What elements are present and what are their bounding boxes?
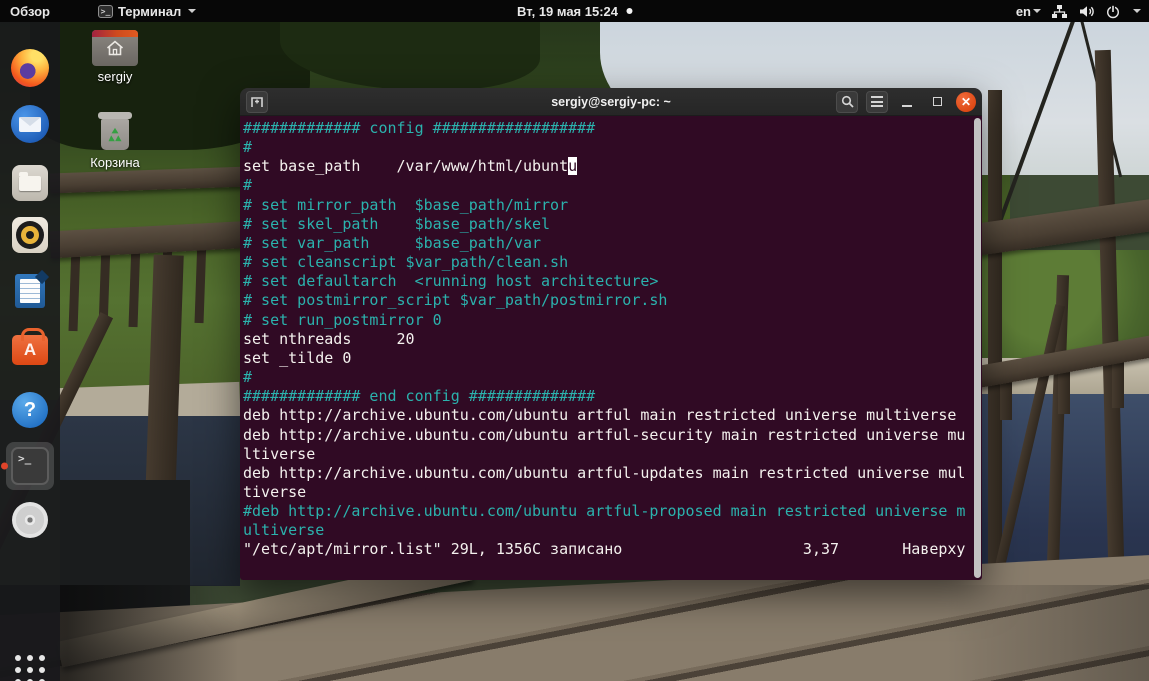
chevron-down-icon: [1033, 9, 1041, 13]
dock-item-cd-disc[interactable]: [10, 500, 50, 540]
clock-label: Вт, 19 мая 15:24: [516, 3, 619, 19]
home-folder-icon: [92, 30, 138, 66]
minimize-button[interactable]: [896, 91, 918, 113]
app-menu[interactable]: >_ Терминал: [88, 0, 206, 22]
dock-item-thunderbird[interactable]: [10, 104, 50, 144]
wallpaper-shading: [0, 585, 1149, 681]
menu-button[interactable]: [866, 90, 888, 113]
desktop-icon-home-folder[interactable]: sergiy: [80, 30, 150, 84]
terminal-line: #deb http://archive.ubuntu.com/ubuntu ar…: [243, 502, 966, 521]
terminal-line: ultiverse: [243, 521, 325, 540]
terminal-icon: >_: [11, 447, 49, 485]
clock-menu[interactable]: Вт, 19 мая 15:24: [516, 0, 633, 22]
dock-item-libreoffice-writer[interactable]: [10, 271, 50, 311]
recycle-glyph: [108, 127, 122, 141]
show-applications-button[interactable]: [10, 650, 50, 681]
new-tab-icon: [251, 96, 263, 107]
folder-flap: [92, 30, 138, 37]
chevron-down-icon: [1133, 9, 1141, 13]
notification-dot: [626, 8, 633, 14]
running-indicator: [1, 462, 8, 470]
terminal-line: # set defaultarch <running host architec…: [243, 272, 659, 291]
terminal-line: "/etc/apt/mirror.list" 29L, 1356C записа…: [243, 540, 966, 559]
terminal-line: # set postmirror_script $var_path/postmi…: [243, 291, 668, 310]
terminal-line: set nthreads 20: [243, 329, 415, 348]
power-icon: [1106, 4, 1120, 18]
firefox-icon: [11, 49, 49, 87]
terminal-line: ltiverse: [243, 444, 316, 463]
close-button[interactable]: ✕: [956, 91, 976, 112]
terminal-content[interactable]: ############# config ################## #…: [240, 116, 982, 580]
terminal-line: # set run_postmirror 0: [243, 310, 442, 329]
chevron-down-icon: [188, 9, 197, 13]
terminal-line: deb http://archive.ubuntu.com/ubuntu art…: [243, 406, 957, 425]
thunderbird-icon: [11, 105, 49, 143]
app-menu-label: Терминал: [118, 3, 182, 19]
terminal-line: # set mirror_path $base_path/mirror: [243, 195, 569, 214]
terminal-line: # set var_path $base_path/var: [243, 233, 542, 252]
menu-icon: [871, 96, 883, 107]
terminal-line: #: [243, 368, 253, 387]
terminal-line: # set skel_path $base_path/skel: [243, 214, 551, 233]
trash-bin: [101, 119, 129, 150]
trash-icon: [96, 112, 134, 152]
terminal-line: set _tilde 0: [243, 348, 352, 367]
desktop: sergiy Корзина sergiy@sergiy-pc: ~ ✕ ###…: [0, 0, 1149, 681]
terminal-line: #: [243, 176, 253, 195]
activities-button[interactable]: Обзор: [0, 0, 60, 22]
keyboard-layout-indicator[interactable]: en: [1016, 4, 1041, 19]
terminal-app-icon: >_: [98, 4, 113, 18]
search-button[interactable]: [836, 90, 858, 113]
help-icon: ?: [12, 392, 48, 428]
terminal-line: set base_path /var/www/html/ubuntu: [243, 157, 578, 176]
terminal-titlebar[interactable]: sergiy@sergiy-pc: ~ ✕: [240, 88, 982, 116]
keyboard-layout-label: en: [1015, 3, 1031, 19]
close-icon: ✕: [960, 94, 972, 109]
terminal-line: tiverse: [243, 482, 307, 501]
dock-item-terminal[interactable]: >_: [1, 442, 54, 490]
new-tab-button[interactable]: [246, 90, 268, 113]
terminal-line: deb http://archive.ubuntu.com/ubuntu art…: [243, 425, 966, 444]
house-glyph: [106, 40, 124, 56]
apps-grid-icon: [15, 655, 45, 681]
dock: A ? >_: [0, 22, 60, 681]
desktop-icon-label: sergiy: [97, 69, 133, 84]
network-icon: [1052, 4, 1067, 18]
maximize-button[interactable]: [926, 91, 948, 113]
libreoffice-writer-icon: [15, 274, 45, 308]
rhythmbox-icon: [12, 217, 48, 253]
cd-disc-icon: [12, 502, 48, 538]
minimize-icon: [902, 104, 912, 107]
search-icon: [841, 95, 854, 108]
maximize-icon: [932, 97, 942, 106]
terminal-line: ############# config ##################: [243, 119, 596, 137]
activities-label: Обзор: [10, 3, 50, 19]
volume-icon: [1080, 5, 1094, 17]
ubuntu-software-icon: A: [12, 328, 48, 365]
desktop-icon-label: Корзина: [90, 155, 140, 170]
dock-item-firefox[interactable]: [10, 48, 50, 88]
terminal-line: ############# end config ##############: [243, 387, 596, 406]
terminal-line: #: [243, 138, 253, 157]
dock-item-ubuntu-software[interactable]: A: [10, 327, 50, 367]
terminal-window: sergiy@sergiy-pc: ~ ✕ ############# conf…: [240, 88, 982, 580]
terminal-line: deb http://archive.ubuntu.com/ubuntu art…: [243, 463, 966, 482]
desktop-icon-trash[interactable]: Корзина: [80, 112, 150, 170]
dock-item-help[interactable]: ?: [10, 390, 50, 430]
files-icon: [12, 165, 48, 201]
dock-item-rhythmbox[interactable]: [10, 215, 50, 255]
scrollbar[interactable]: [974, 118, 981, 578]
terminal-line: # set cleanscript $var_path/clean.sh: [243, 253, 569, 272]
system-status-area[interactable]: en: [1016, 0, 1145, 22]
top-bar: Обзор >_ Терминал Вт, 19 мая 15:24 en: [0, 0, 1149, 22]
dock-item-files[interactable]: [10, 163, 50, 203]
trash-lid: [98, 112, 132, 119]
text-cursor: u: [568, 157, 578, 176]
